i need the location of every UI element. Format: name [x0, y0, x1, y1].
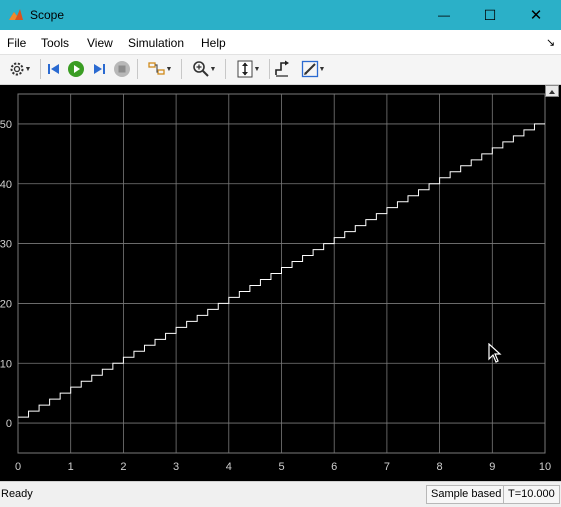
y-tick-label: 50 — [0, 119, 12, 131]
write-data-icon — [275, 60, 289, 77]
step-forward-button[interactable] — [89, 60, 109, 78]
toolbar-separator — [181, 59, 182, 79]
x-tick-label: 10 — [539, 461, 551, 473]
window-title: Scope — [30, 8, 65, 22]
y-tick-label: 10 — [0, 358, 12, 370]
toolbar-separator — [40, 59, 41, 79]
status-text: Ready — [1, 488, 33, 500]
toolbar: ▼ ▼ ▼ ▼ ▼ — [0, 55, 561, 85]
menu-simulation[interactable]: Simulation — [128, 36, 184, 50]
status-bar: Ready Sample based T=10.000 — [0, 481, 561, 507]
y-tick-label: 20 — [0, 298, 12, 310]
toolbar-separator — [225, 59, 226, 79]
sample-mode-indicator: Sample based — [426, 485, 507, 504]
gear-icon — [10, 62, 24, 76]
x-tick-label: 0 — [15, 461, 21, 473]
toolbar-separator — [137, 59, 138, 79]
close-button[interactable]: ✕ — [513, 0, 559, 30]
step-forward-icon — [94, 64, 105, 74]
simulation-time-indicator: T=10.000 — [503, 485, 560, 504]
autoscale-button[interactable]: ▼ — [230, 60, 266, 78]
toolbar-separator — [269, 59, 270, 79]
x-tick-label: 4 — [226, 461, 232, 473]
menu-view[interactable]: View — [87, 36, 113, 50]
menu-tools[interactable]: Tools — [41, 36, 69, 50]
pin-menu-icon[interactable]: ↘ — [546, 36, 555, 49]
autoscale-icon — [237, 60, 253, 78]
zoom-in-button[interactable]: ▼ — [186, 60, 222, 78]
zoom-in-icon — [192, 61, 209, 77]
x-tick-label: 2 — [120, 461, 126, 473]
scope-plot-area[interactable]: 0 1 2 3 4 5 6 7 8 9 10 0 10 20 30 40 50 — [0, 85, 561, 481]
styles-button[interactable]: ▼ — [295, 60, 331, 78]
highlight-block-button[interactable]: ▼ — [142, 60, 178, 78]
x-tick-label: 6 — [331, 461, 337, 473]
chevron-down-icon: ▼ — [209, 65, 217, 73]
undock-axes-button[interactable] — [545, 85, 559, 97]
mouse-pointer-icon — [488, 343, 502, 363]
undock-icon — [549, 90, 555, 94]
write-data-button[interactable] — [272, 60, 292, 78]
title-bar: Scope — ☐ ✕ — [0, 0, 561, 30]
matlab-scope-icon — [9, 9, 23, 20]
x-tick-label: 7 — [384, 461, 390, 473]
maximize-icon: ☐ — [483, 6, 497, 23]
styles-icon — [301, 60, 318, 78]
chevron-down-icon: ▼ — [253, 65, 261, 73]
chevron-down-icon: ▼ — [165, 65, 173, 73]
menu-help[interactable]: Help — [201, 36, 226, 50]
chevron-down-icon: ▼ — [24, 65, 32, 73]
maximize-button[interactable]: ☐ — [467, 0, 513, 30]
y-tick-label: 0 — [6, 418, 12, 430]
stop-button[interactable] — [112, 60, 132, 78]
x-tick-label: 1 — [68, 461, 74, 473]
y-tick-label: 30 — [0, 239, 12, 251]
x-tick-label: 8 — [437, 461, 443, 473]
menu-bar: File Tools View Simulation Help ↘ — [0, 30, 561, 55]
stop-icon — [114, 61, 130, 77]
step-back-icon — [48, 64, 59, 74]
minimize-button[interactable]: — — [421, 0, 467, 30]
chevron-down-icon: ▼ — [318, 65, 326, 73]
x-tick-label: 5 — [278, 461, 284, 473]
x-tick-label: 9 — [489, 461, 495, 473]
highlight-block-icon — [147, 62, 165, 75]
configuration-button[interactable]: ▼ — [3, 60, 37, 78]
run-icon — [68, 61, 84, 77]
step-back-button[interactable] — [44, 60, 64, 78]
y-tick-label: 40 — [0, 179, 12, 191]
scope-axes: 0 1 2 3 4 5 6 7 8 9 10 0 10 20 30 40 50 — [0, 93, 551, 473]
minimize-icon: — — [438, 8, 450, 22]
close-icon: ✕ — [529, 7, 543, 24]
run-button[interactable] — [66, 60, 86, 78]
menu-file[interactable]: File — [7, 36, 26, 50]
x-tick-label: 3 — [173, 461, 179, 473]
